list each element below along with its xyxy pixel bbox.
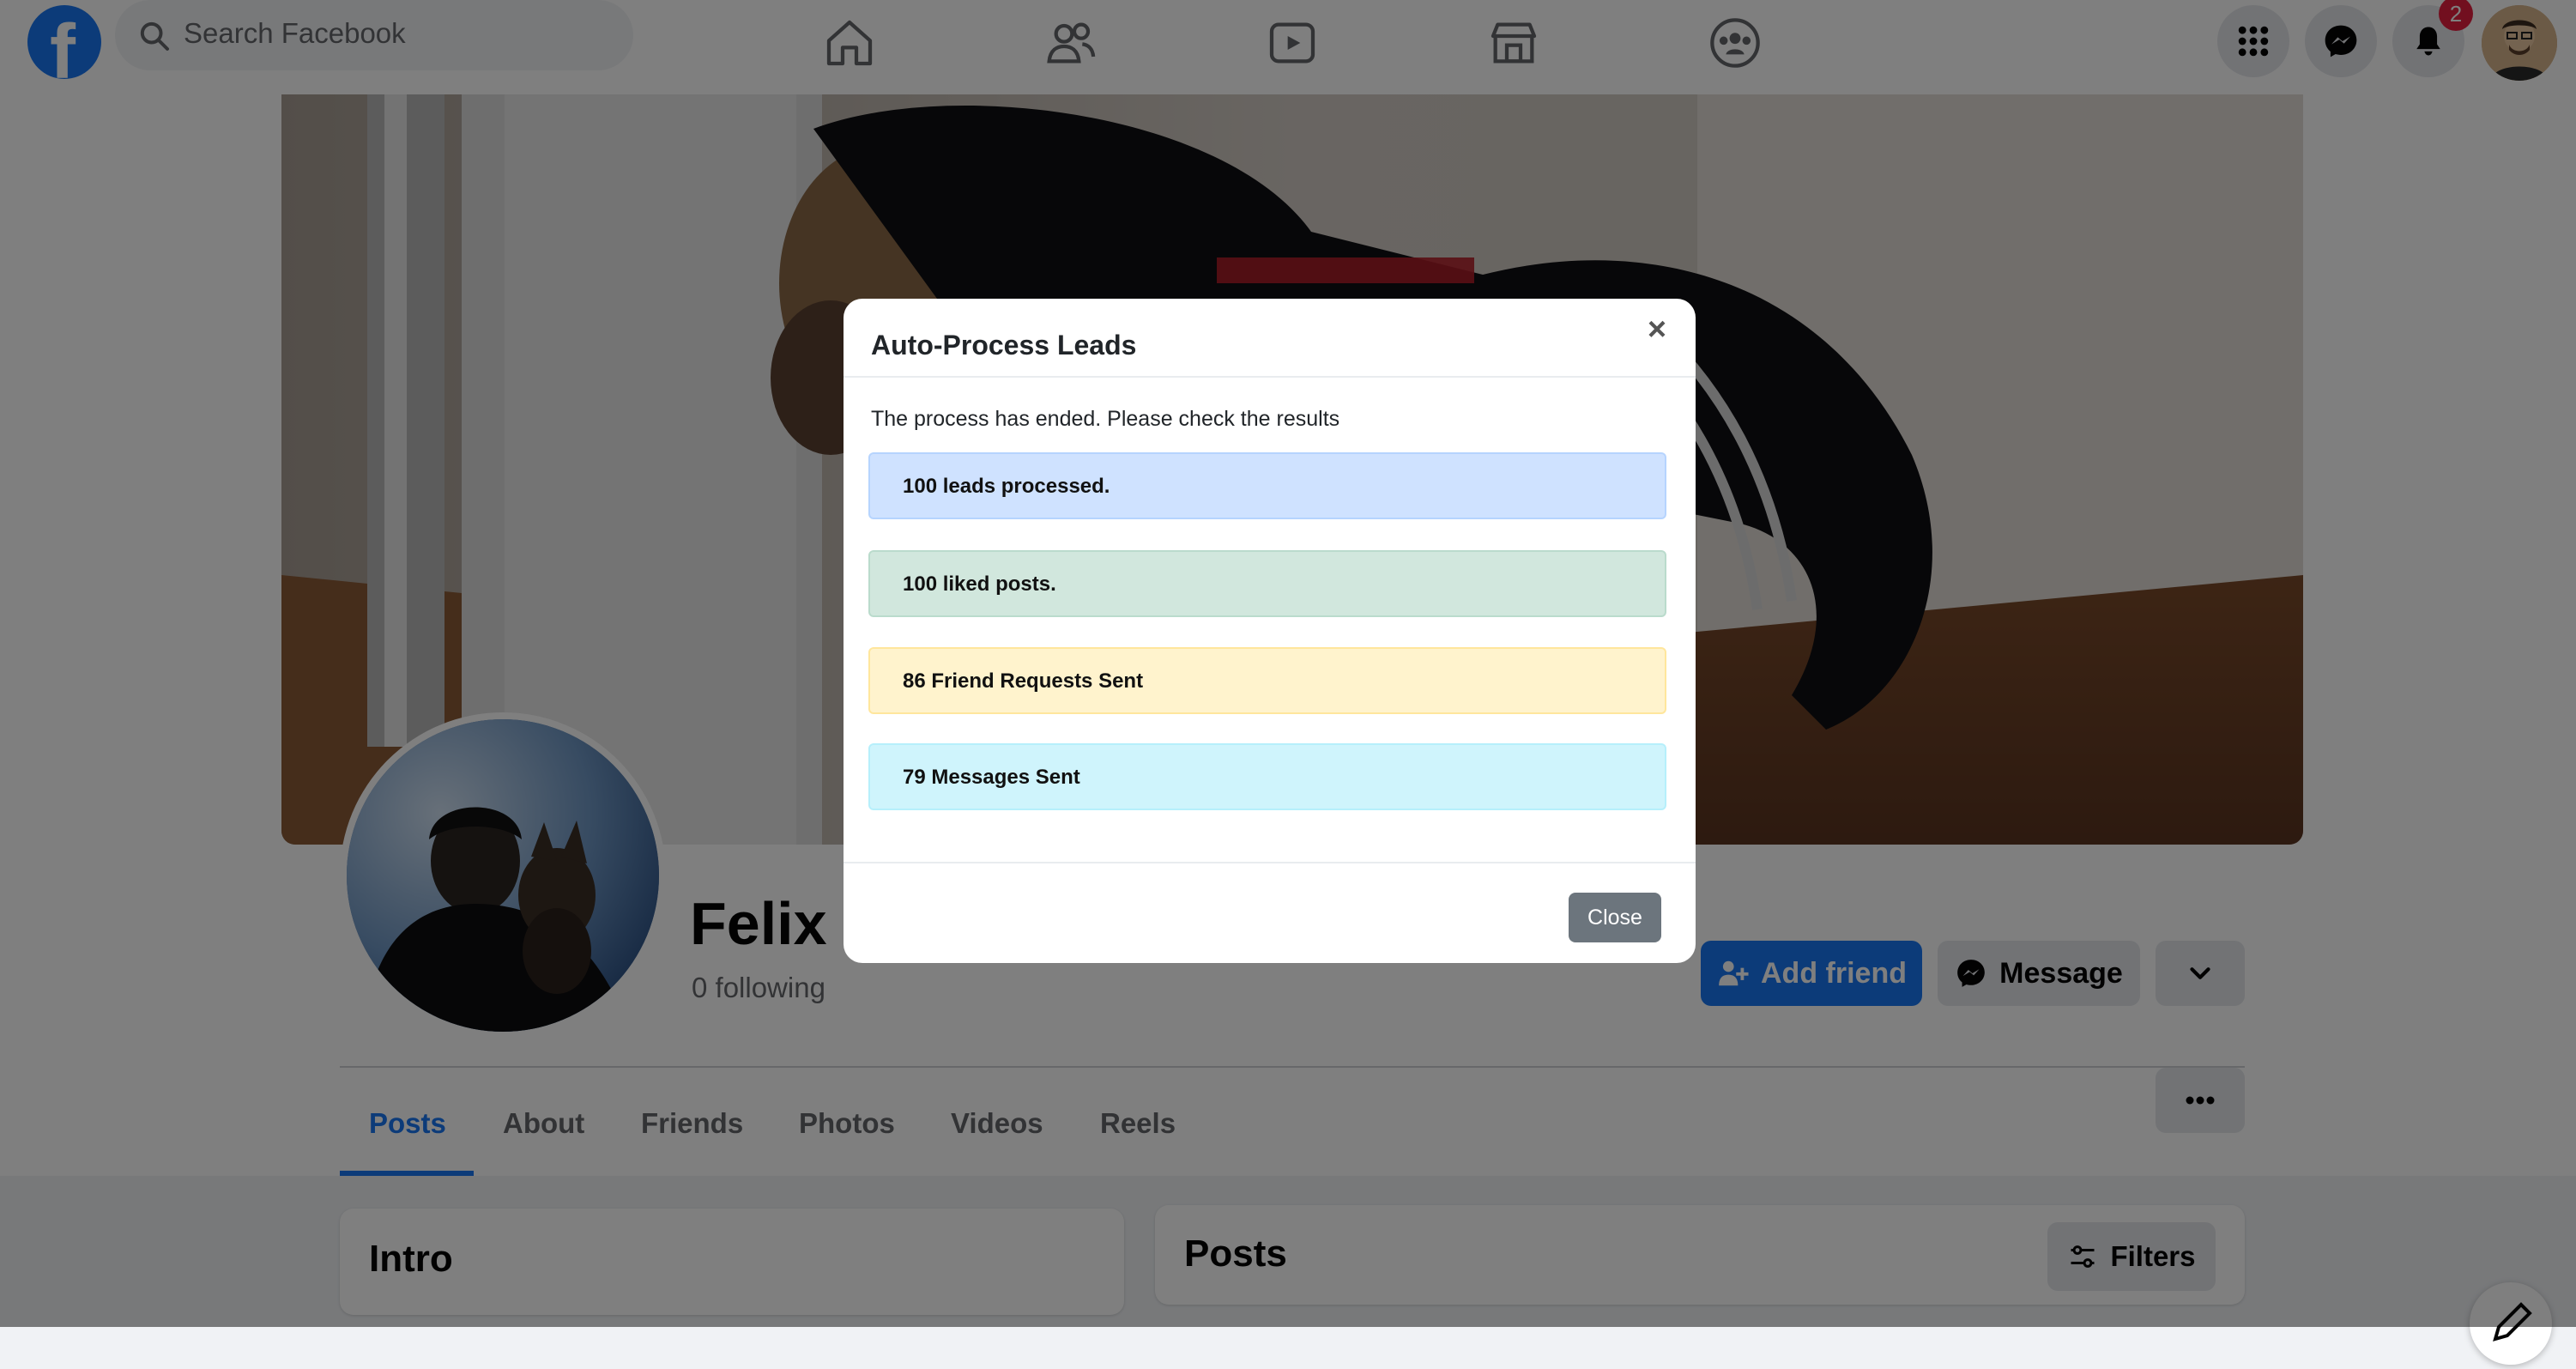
result-friend-requests: 86 Friend Requests Sent	[868, 647, 1666, 714]
result-leads-processed: 100 leads processed.	[868, 452, 1666, 519]
dialog-header-divider	[844, 376, 1696, 378]
auto-process-leads-dialog: Auto-Process Leads × The process has end…	[844, 299, 1696, 963]
dialog-message: The process has ended. Please check the …	[871, 407, 1340, 431]
result-messages-sent: 79 Messages Sent	[868, 743, 1666, 810]
result-liked-posts: 100 liked posts.	[868, 550, 1666, 617]
close-button[interactable]: Close	[1569, 893, 1661, 942]
dialog-title: Auto-Process Leads	[871, 330, 1137, 360]
close-icon[interactable]: ×	[1638, 311, 1676, 348]
dialog-footer-divider	[844, 862, 1696, 863]
